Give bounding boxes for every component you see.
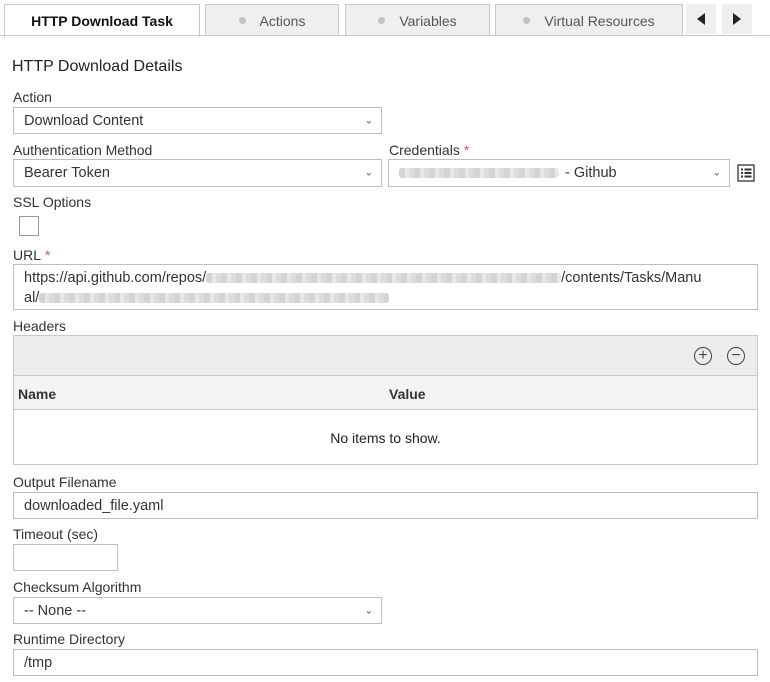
auth-method-select[interactable]: Bearer Token ⌄: [13, 159, 382, 187]
tab-scroll-right-button[interactable]: [722, 4, 752, 34]
credentials-label-text: Credentials: [389, 142, 460, 158]
credentials-select[interactable]: - Github ⌄: [388, 159, 730, 187]
status-dot-icon: [378, 17, 386, 24]
redacted-url-part: [39, 293, 390, 304]
tab-divider: [0, 35, 770, 36]
required-mark: *: [463, 142, 470, 158]
url-prefix: https://api.github.com/repos/: [24, 270, 207, 286]
action-select[interactable]: Download Content ⌄: [13, 107, 382, 134]
minus-icon: −: [731, 347, 741, 364]
headers-grid: + − Name Value No items to show.: [13, 335, 758, 465]
tab-bar: HTTP Download Task Actions Variables Vir…: [0, 0, 770, 37]
credentials-value: - Github: [565, 165, 617, 181]
tab-variables[interactable]: Variables: [345, 4, 490, 36]
list-icon: [737, 164, 755, 182]
headers-grid-header: Name Value: [14, 376, 757, 410]
url-label: URL *: [13, 247, 50, 263]
headers-toolbar: + −: [14, 336, 757, 376]
credentials-list-button[interactable]: [736, 163, 756, 183]
runtime-directory-label: Runtime Directory: [13, 631, 126, 647]
status-dot-icon: [238, 17, 246, 24]
url-path: /contents/Tasks/Manu: [561, 270, 702, 286]
remove-row-button[interactable]: −: [727, 347, 745, 365]
arrow-left-icon: [697, 13, 705, 25]
headers-label: Headers: [13, 318, 66, 334]
redacted-url-part: [206, 273, 562, 284]
add-row-button[interactable]: +: [694, 347, 712, 365]
output-filename-label: Output Filename: [13, 474, 117, 490]
url-line2-prefix: al/: [24, 290, 40, 306]
tab-scroll-left-button[interactable]: [686, 4, 716, 34]
chevron-down-icon: ⌄: [364, 167, 373, 179]
column-header-name[interactable]: Name: [18, 386, 56, 402]
status-dot-icon: [523, 17, 531, 24]
tab-http-download-task[interactable]: HTTP Download Task: [4, 4, 200, 37]
credentials-label: Credentials *: [389, 142, 469, 158]
ssl-options-checkbox[interactable]: [19, 216, 39, 236]
runtime-directory-input[interactable]: /tmp: [13, 649, 758, 676]
section-title: HTTP Download Details: [12, 58, 183, 75]
tab-label: Variables: [399, 12, 457, 29]
plus-icon: +: [698, 347, 708, 364]
tab-label: Actions: [259, 12, 306, 29]
output-filename-value: downloaded_file.yaml: [24, 497, 164, 514]
arrow-right-icon: [733, 13, 741, 25]
auth-method-value: Bearer Token: [24, 165, 110, 181]
runtime-directory-value: /tmp: [24, 654, 53, 671]
checksum-algorithm-label: Checksum Algorithm: [13, 579, 142, 595]
url-line-1: https://api.github.com/repos/ /contents/T…: [24, 268, 747, 288]
url-label-text: URL: [13, 247, 42, 263]
tab-label: Virtual Resources: [544, 12, 655, 29]
checksum-algorithm-value: -- None --: [24, 602, 87, 619]
required-mark: *: [45, 247, 51, 263]
chevron-down-icon: ⌄: [364, 605, 373, 616]
action-label: Action: [13, 89, 52, 105]
column-header-value[interactable]: Value: [389, 386, 426, 402]
redacted-credential: [399, 168, 559, 178]
action-value: Download Content: [24, 112, 144, 129]
empty-message: No items to show.: [330, 430, 441, 446]
url-textarea[interactable]: https://api.github.com/repos/ /contents/T…: [13, 264, 758, 310]
checksum-algorithm-select[interactable]: -- None -- ⌄: [13, 597, 382, 624]
timeout-label: Timeout (sec): [13, 526, 99, 542]
tab-label: HTTP Download Task: [31, 13, 173, 29]
chevron-down-icon: ⌄: [364, 115, 373, 126]
chevron-down-icon: ⌄: [712, 167, 721, 179]
timeout-input[interactable]: [13, 544, 118, 571]
ssl-options-label: SSL Options: [13, 194, 92, 210]
url-line-2: al/: [24, 288, 747, 308]
tab-actions[interactable]: Actions: [205, 4, 339, 36]
output-filename-input[interactable]: downloaded_file.yaml: [13, 492, 758, 519]
auth-method-label: Authentication Method: [13, 142, 153, 158]
tab-virtual-resources[interactable]: Virtual Resources: [495, 4, 683, 36]
